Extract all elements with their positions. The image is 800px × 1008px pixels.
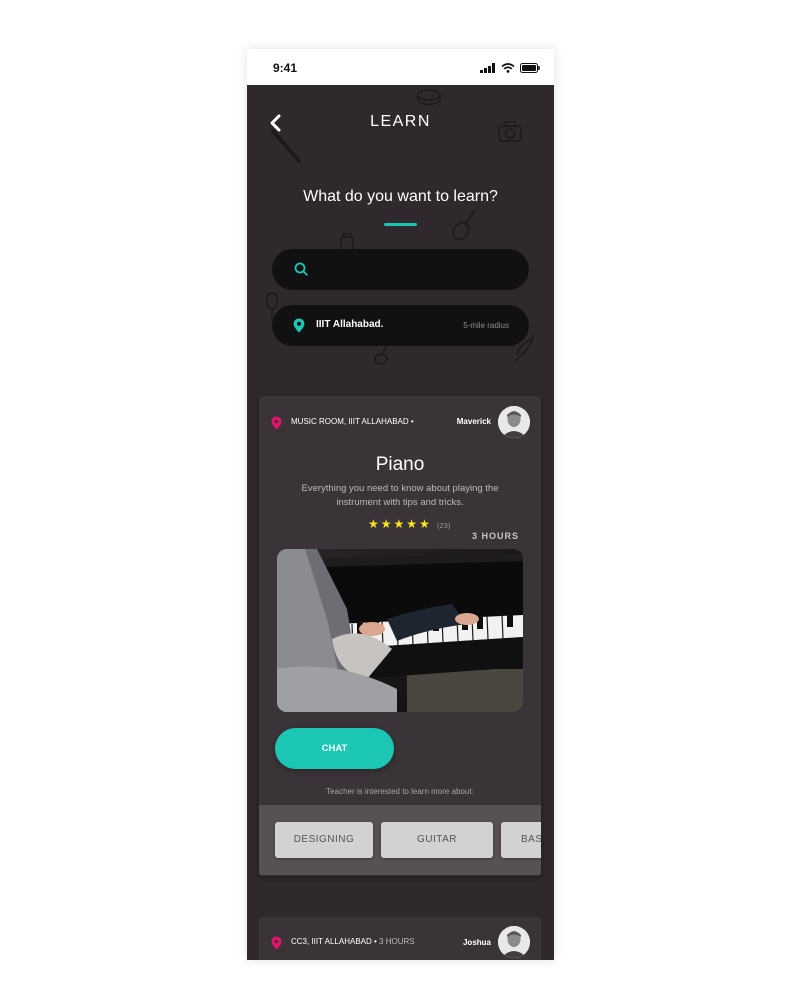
star-icon: ★ [380, 517, 392, 531]
status-bar: 9:41 [247, 49, 554, 85]
location-name: IIIT Allahabad. [316, 319, 384, 330]
wifi-icon [501, 63, 515, 73]
search-bar[interactable] [272, 249, 529, 292]
class-duration: 3 HOURS [471, 531, 519, 541]
rating-stars: ★ ★ ★ ★ ★ [368, 518, 430, 530]
location-pin-icon [293, 318, 305, 333]
class-photo [277, 549, 523, 712]
search-input[interactable] [316, 249, 520, 292]
teacher-avatar[interactable] [498, 406, 530, 438]
class-title: Piano [375, 454, 425, 475]
location-pin-icon [271, 936, 282, 950]
interest-tag[interactable]: DESIGNING [275, 822, 373, 858]
piano-photo-image [277, 549, 523, 712]
class-location: CC3, IIIT ALLAHABAD • [291, 937, 377, 946]
location-field[interactable]: IIIT Allahabad. 5-mile radius [272, 305, 529, 346]
teacher-name: Joshua [462, 938, 491, 947]
interest-label: Teacher is interested to learn more abou… [326, 787, 474, 796]
drum-doodle-icon [417, 89, 441, 106]
page-title: LEARN [370, 113, 431, 130]
star-icon: ★ [368, 517, 379, 531]
star-icon: ★ [419, 517, 430, 531]
chat-button[interactable]: CHAT [275, 728, 394, 769]
learn-question-heading: What do you want to learn? [303, 188, 498, 205]
class-duration: 3 HOURS [379, 937, 415, 946]
location-pin-icon [271, 416, 282, 430]
status-time: 9:41 [273, 61, 298, 75]
class-card[interactable]: MUSIC ROOM, IIIT ALLAHABAD • Maverick Pi… [259, 396, 541, 876]
class-location: MUSIC ROOM, IIIT ALLAHABAD • [291, 417, 414, 426]
search-icon [294, 262, 308, 276]
phone-screen: 9:41 LEARN What do you want to learn? II… [247, 49, 554, 960]
status-icons [480, 63, 540, 73]
class-location-line: CC3, IIIT ALLAHABAD • 3 HOURS [291, 937, 415, 946]
signal-icon [480, 63, 495, 73]
violin-doodle-icon [452, 209, 476, 241]
class-description: Everything you need to know about playin… [301, 483, 499, 508]
interest-tag[interactable]: BASS [501, 822, 541, 858]
teacher-name: Maverick [456, 417, 491, 426]
interest-tag[interactable]: GUITAR [381, 822, 493, 858]
interest-tags[interactable]: DESIGNING GUITAR BASS [259, 805, 541, 875]
battery-icon [520, 63, 540, 73]
avatar-portrait-icon [498, 406, 530, 438]
avatar-portrait-icon [498, 926, 530, 958]
class-card[interactable]: CC3, IIIT ALLAHABAD • 3 HOURS Joshua [259, 917, 541, 960]
star-icon: ★ [393, 517, 405, 531]
accent-underline [384, 223, 417, 226]
star-icon: ★ [406, 517, 418, 531]
location-radius: 5-mile radius [463, 321, 509, 330]
review-count: (23) [437, 521, 451, 530]
teacher-avatar[interactable] [498, 926, 530, 958]
